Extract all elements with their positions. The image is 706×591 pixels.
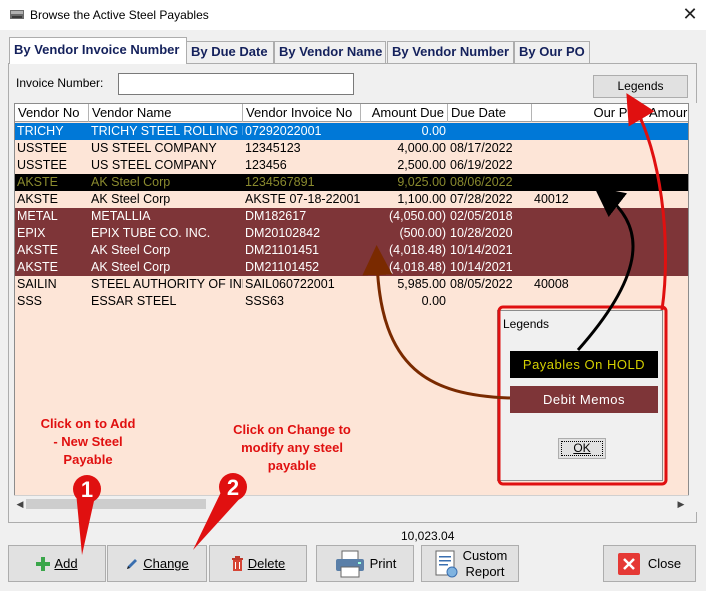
dialog-highlight-frame bbox=[497, 305, 668, 486]
tab-by-vendor-invoice-number[interactable]: By Vendor Invoice Number bbox=[9, 37, 187, 64]
change-annotation: Click on Change to modify any steel paya… bbox=[233, 422, 351, 473]
arrow-to-legends bbox=[626, 93, 667, 311]
add-annotation: Click on to Add - New Steel Payable bbox=[40, 416, 136, 467]
badge-2-text: 2 bbox=[227, 475, 239, 500]
arrow-to-hold-row bbox=[576, 186, 635, 351]
annotation-overlay: 1 2 bbox=[73, 93, 668, 555]
badge-1-text: 1 bbox=[81, 477, 93, 502]
arrow-to-debit-rows bbox=[362, 245, 511, 400]
